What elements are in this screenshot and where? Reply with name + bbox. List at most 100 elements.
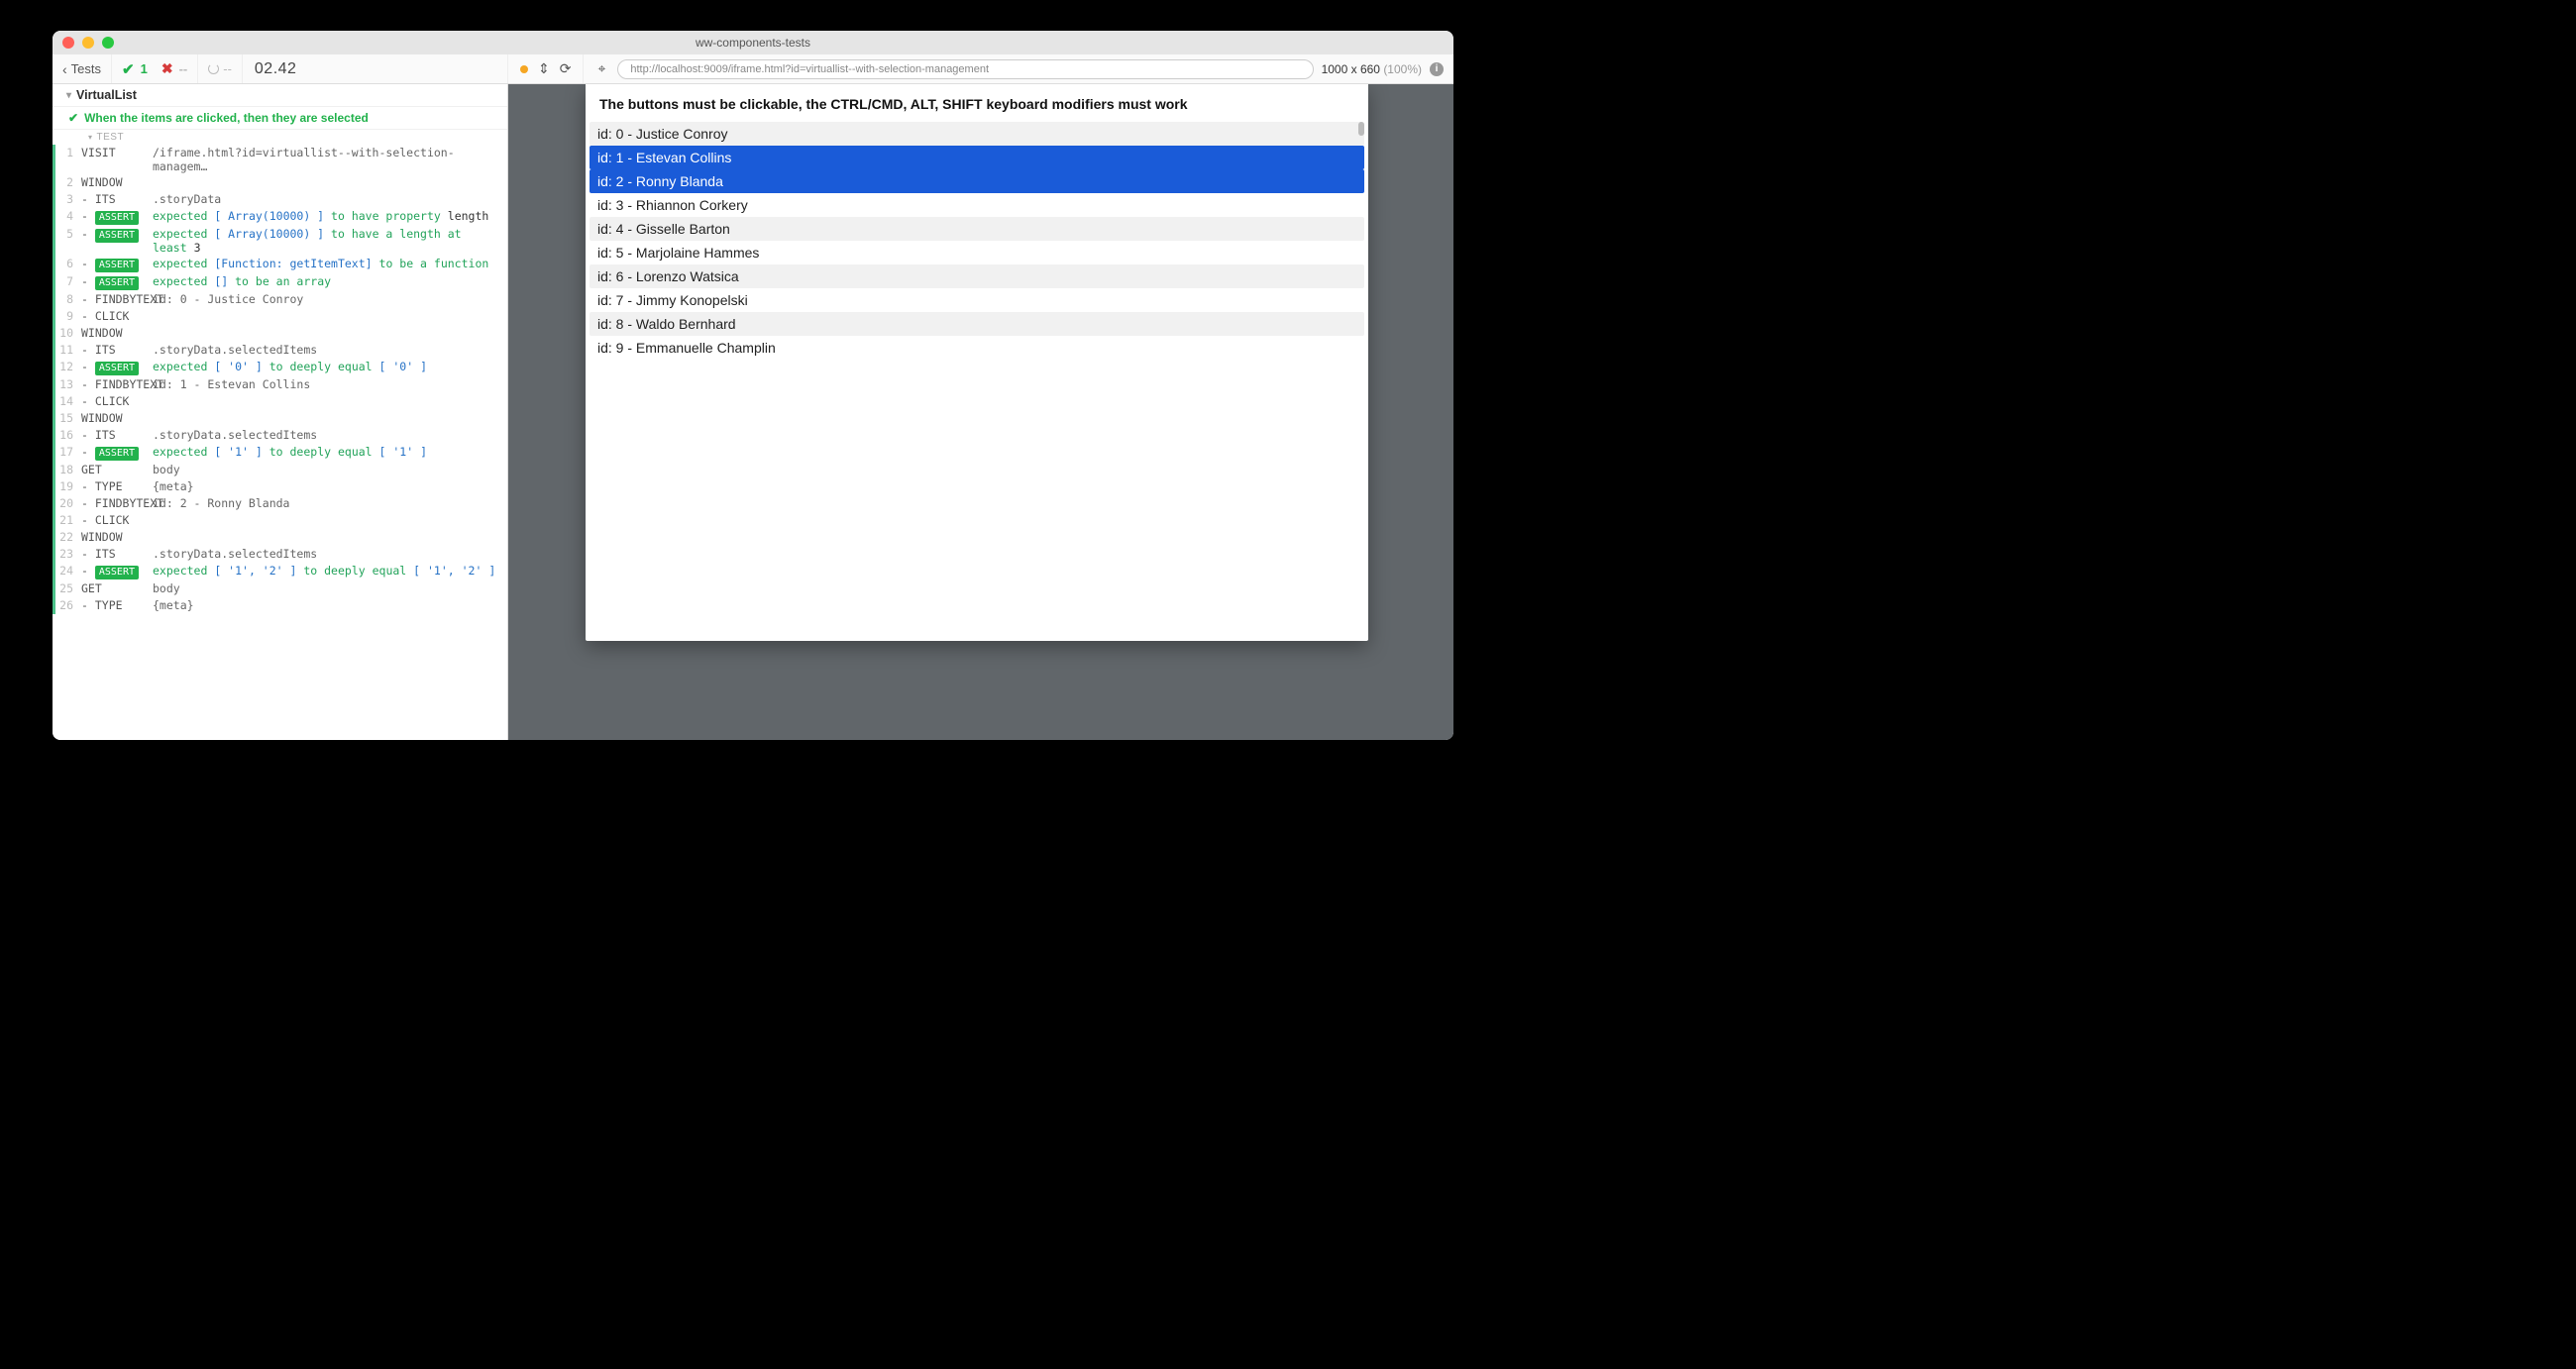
command-args: expected [ Array(10000) ] to have proper… [153,209,501,223]
list-item[interactable]: id: 8 - Waldo Bernhard [590,312,1364,336]
caret-down-icon: ▾ [88,133,93,142]
command-row[interactable]: 16- ITS.storyData.selectedItems [53,427,507,444]
scrollbar-thumb[interactable] [1358,122,1364,136]
command-name: - ASSERT [81,257,153,272]
close-icon[interactable] [62,37,74,49]
command-row[interactable]: 23- ITS.storyData.selectedItems [53,546,507,563]
line-number: 26 [55,598,79,612]
line-number: 23 [55,547,79,561]
command-name: - ITS [81,428,153,442]
command-args: .storyData.selectedItems [153,343,501,357]
preview-header: ⌖ http://localhost:9009/iframe.html?id=v… [584,54,1453,83]
line-number: 22 [55,530,79,544]
line-number: 5 [55,227,79,241]
pass-count: 1 [141,61,148,76]
list-item[interactable]: id: 5 - Marjolaine Hammes [590,241,1364,264]
list-item[interactable]: id: 3 - Rhiannon Corkery [590,193,1364,217]
back-button[interactable]: ‹ Tests [53,54,112,83]
command-row[interactable]: 9- CLICK [53,308,507,325]
command-row[interactable]: 2WINDOW [53,174,507,191]
line-number: 16 [55,428,79,442]
list-item[interactable]: id: 4 - Gisselle Barton [590,217,1364,241]
command-row[interactable]: 20- FINDBYTEXTid: 2 - Ronny Blanda [53,495,507,512]
line-number: 3 [55,192,79,206]
viewport-controls: ⇕ ⟳ [508,54,584,83]
reload-icon[interactable]: ⟳ [560,60,572,77]
line-number: 1 [55,146,79,159]
list-item[interactable]: id: 1 - Estevan Collins [590,146,1364,169]
aut-iframe[interactable]: The buttons must be clickable, the CTRL/… [586,84,1368,641]
command-row[interactable]: 3- ITS.storyData [53,191,507,208]
command-row[interactable]: 26- TYPE{meta} [53,597,507,614]
command-row[interactable]: 1VISIT/iframe.html?id=virtuallist--with-… [53,145,507,174]
command-row[interactable]: 7- ASSERTexpected [] to be an array [53,273,507,291]
virtual-list[interactable]: id: 0 - Justice Conroyid: 1 - Estevan Co… [590,122,1364,360]
line-number: 20 [55,496,79,510]
selector-playground-icon[interactable]: ⌖ [593,60,609,77]
line-number: 25 [55,581,79,595]
test-header[interactable]: ✔ When the items are clicked, then they … [53,107,507,130]
command-row[interactable]: 4- ASSERTexpected [ Array(10000) ] to ha… [53,208,507,226]
command-row[interactable]: 15WINDOW [53,410,507,427]
line-number: 6 [55,257,79,270]
line-number: 12 [55,360,79,373]
command-name: - ASSERT [81,274,153,290]
command-args: expected [] to be an array [153,274,501,288]
suite-header[interactable]: ▾ VirtualList [53,84,507,107]
command-name: - FINDBYTEXT [81,377,153,391]
command-row[interactable]: 21- CLICK [53,512,507,529]
list-item[interactable]: id: 9 - Emmanuelle Champlin [590,336,1364,360]
list-item[interactable]: id: 7 - Jimmy Konopelski [590,288,1364,312]
command-args: .storyData [153,192,501,206]
command-name: - ITS [81,547,153,561]
info-icon[interactable]: i [1430,62,1444,76]
list-item[interactable]: id: 2 - Ronny Blanda [590,169,1364,193]
command-name: - CLICK [81,513,153,527]
line-number: 21 [55,513,79,527]
command-args: id: 1 - Estevan Collins [153,377,501,391]
chevron-left-icon: ‹ [62,61,67,77]
line-number: 19 [55,479,79,493]
command-row[interactable]: 10WINDOW [53,325,507,342]
toolbar: ‹ Tests ✔ 1 ✖ -- -- 02.42 ⇕ ⟳ ⌖ http://l… [53,54,1453,84]
command-args: expected [Function: getItemText] to be a… [153,257,501,270]
command-list[interactable]: 1VISIT/iframe.html?id=virtuallist--with-… [53,145,507,740]
command-args: /iframe.html?id=virtuallist--with-select… [153,146,501,173]
command-log: ▾ VirtualList ✔ When the items are click… [53,84,508,740]
command-row[interactable]: 22WINDOW [53,529,507,546]
url-input[interactable]: http://localhost:9009/iframe.html?id=vir… [617,59,1313,79]
url-text: http://localhost:9009/iframe.html?id=vir… [630,63,989,75]
command-row[interactable]: 11- ITS.storyData.selectedItems [53,342,507,359]
resize-icon[interactable]: ⇕ [538,60,550,77]
test-body-label[interactable]: ▾ TEST [53,130,507,145]
line-number: 11 [55,343,79,357]
list-item[interactable]: id: 0 - Justice Conroy [590,122,1364,146]
command-name: WINDOW [81,411,153,425]
line-number: 15 [55,411,79,425]
command-row[interactable]: 8- FINDBYTEXTid: 0 - Justice Conroy [53,291,507,308]
command-row[interactable]: 5- ASSERTexpected [ Array(10000) ] to ha… [53,226,507,256]
line-number: 14 [55,394,79,408]
command-row[interactable]: 25GETbody [53,580,507,597]
pending-label: -- [223,61,232,76]
command-row[interactable]: 18GETbody [53,462,507,478]
command-row[interactable]: 13- FINDBYTEXTid: 1 - Estevan Collins [53,376,507,393]
command-args: .storyData.selectedItems [153,547,501,561]
runner-status: ‹ Tests ✔ 1 ✖ -- -- 02.42 [53,54,508,83]
command-row[interactable]: 24- ASSERTexpected [ '1', '2' ] to deepl… [53,563,507,580]
preview-pane: The buttons must be clickable, the CTRL/… [508,84,1453,740]
list-item[interactable]: id: 6 - Lorenzo Watsica [590,264,1364,288]
command-row[interactable]: 12- ASSERTexpected [ '0' ] to deeply equ… [53,359,507,376]
preview-banner: The buttons must be clickable, the CTRL/… [586,84,1368,122]
run-duration: 02.42 [243,60,309,78]
command-row[interactable]: 6- ASSERTexpected [Function: getItemText… [53,256,507,273]
back-label: Tests [71,61,101,76]
command-row[interactable]: 19- TYPE{meta} [53,478,507,495]
zoom-icon[interactable] [102,37,114,49]
command-name: - ASSERT [81,360,153,375]
line-number: 13 [55,377,79,391]
command-row[interactable]: 17- ASSERTexpected [ '1' ] to deeply equ… [53,444,507,462]
command-name: WINDOW [81,326,153,340]
minimize-icon[interactable] [82,37,94,49]
command-row[interactable]: 14- CLICK [53,393,507,410]
